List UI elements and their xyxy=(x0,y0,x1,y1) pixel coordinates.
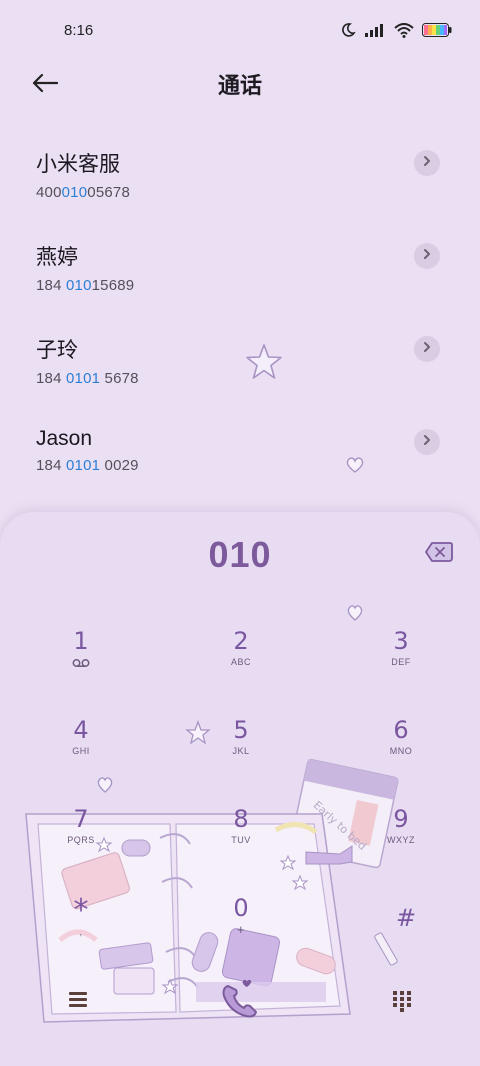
key-letters: + xyxy=(236,922,246,937)
chevron-right-icon xyxy=(422,433,432,451)
contact-number: 184 0101 0029 xyxy=(36,457,139,474)
key-7[interactable]: 7 PQRS xyxy=(31,805,131,875)
call-icon xyxy=(218,979,262,1026)
key-letters: DEF xyxy=(391,657,411,667)
key-letters: , xyxy=(79,927,83,937)
dialpad-toggle-button[interactable] xyxy=(392,990,412,1017)
key-6[interactable]: 6 MNO xyxy=(351,716,451,786)
contact-list: 小米客服 40001005678 燕婷 184 01015689 子玲 184 … xyxy=(0,128,480,500)
list-item[interactable]: 小米客服 40001005678 xyxy=(0,128,480,221)
key-letters: WXYZ xyxy=(387,835,415,845)
key-3[interactable]: 3 DEF xyxy=(351,627,451,697)
key-8[interactable]: 8 TUV xyxy=(191,805,291,875)
status-time: 8:16 xyxy=(64,22,94,39)
contact-detail-button[interactable] xyxy=(414,150,440,176)
voicemail-icon xyxy=(72,655,90,672)
key-letters: PQRS xyxy=(67,835,95,845)
contact-name: 小米客服 xyxy=(36,153,120,176)
page-title: 通话 xyxy=(217,73,262,98)
key-digit: 2 xyxy=(233,627,249,655)
contact-number: 40001005678 xyxy=(36,184,130,201)
key-9[interactable]: 9 WXYZ xyxy=(351,805,451,875)
key-digit: 4 xyxy=(73,716,89,744)
key-letters: GHI xyxy=(72,746,90,756)
moon-icon xyxy=(340,22,356,38)
header: 通话 xyxy=(0,62,480,106)
key-letters: ABC xyxy=(230,657,251,667)
key-digit: 1 xyxy=(73,627,89,655)
list-item[interactable]: Jason 184 0101 0029 xyxy=(0,407,480,500)
list-item[interactable]: 燕婷 184 01015689 xyxy=(0,221,480,314)
battery-icon xyxy=(422,23,452,37)
key-letters: TUV xyxy=(231,835,251,845)
key-1[interactable]: 1 xyxy=(31,627,131,697)
key-digit: * xyxy=(73,893,89,928)
key-star[interactable]: * , xyxy=(31,893,131,967)
chevron-right-icon xyxy=(422,154,432,172)
key-letters: JKL xyxy=(232,746,250,756)
key-hash[interactable]: # xyxy=(356,904,456,974)
chevron-right-icon xyxy=(422,247,432,265)
status-icons xyxy=(340,22,452,38)
key-digit: 0 xyxy=(233,894,249,922)
list-item[interactable]: 子玲 184 0101 5678 xyxy=(0,314,480,407)
key-digit: # xyxy=(395,904,417,932)
star-decoration-icon xyxy=(244,342,284,387)
heart-decoration-icon xyxy=(345,456,365,479)
key-4[interactable]: 4 GHI xyxy=(31,716,131,786)
key-digit: 6 xyxy=(393,716,409,744)
contact-detail-button[interactable] xyxy=(414,243,440,269)
status-bar: 8:16 xyxy=(0,0,480,62)
dialpad-panel: 010 Early to bed 1 2 ABC 3 DEF 4 GHI 5 J… xyxy=(0,512,480,1066)
signal-icon xyxy=(364,23,386,37)
key-digit: 5 xyxy=(233,716,249,744)
menu-icon xyxy=(68,992,88,1012)
dialpad-toggle-icon xyxy=(392,991,412,1016)
contact-detail-button[interactable] xyxy=(414,336,440,362)
key-digit: 3 xyxy=(393,627,409,655)
contact-detail-button[interactable] xyxy=(414,429,440,455)
key-digit: 9 xyxy=(393,805,409,833)
key-2[interactable]: 2 ABC xyxy=(191,627,291,697)
chevron-right-icon xyxy=(422,340,432,358)
key-digit: 7 xyxy=(73,805,89,833)
contact-number: 184 01015689 xyxy=(36,277,135,294)
key-digit: 8 xyxy=(233,805,249,833)
wifi-icon xyxy=(394,22,414,38)
key-0[interactable]: 0 + xyxy=(191,894,291,964)
call-button[interactable] xyxy=(218,978,262,1027)
menu-button[interactable] xyxy=(68,990,88,1013)
contact-name: 燕婷 xyxy=(36,246,78,269)
key-letters: MNO xyxy=(389,746,413,756)
key-5[interactable]: 5 JKL xyxy=(191,716,291,786)
